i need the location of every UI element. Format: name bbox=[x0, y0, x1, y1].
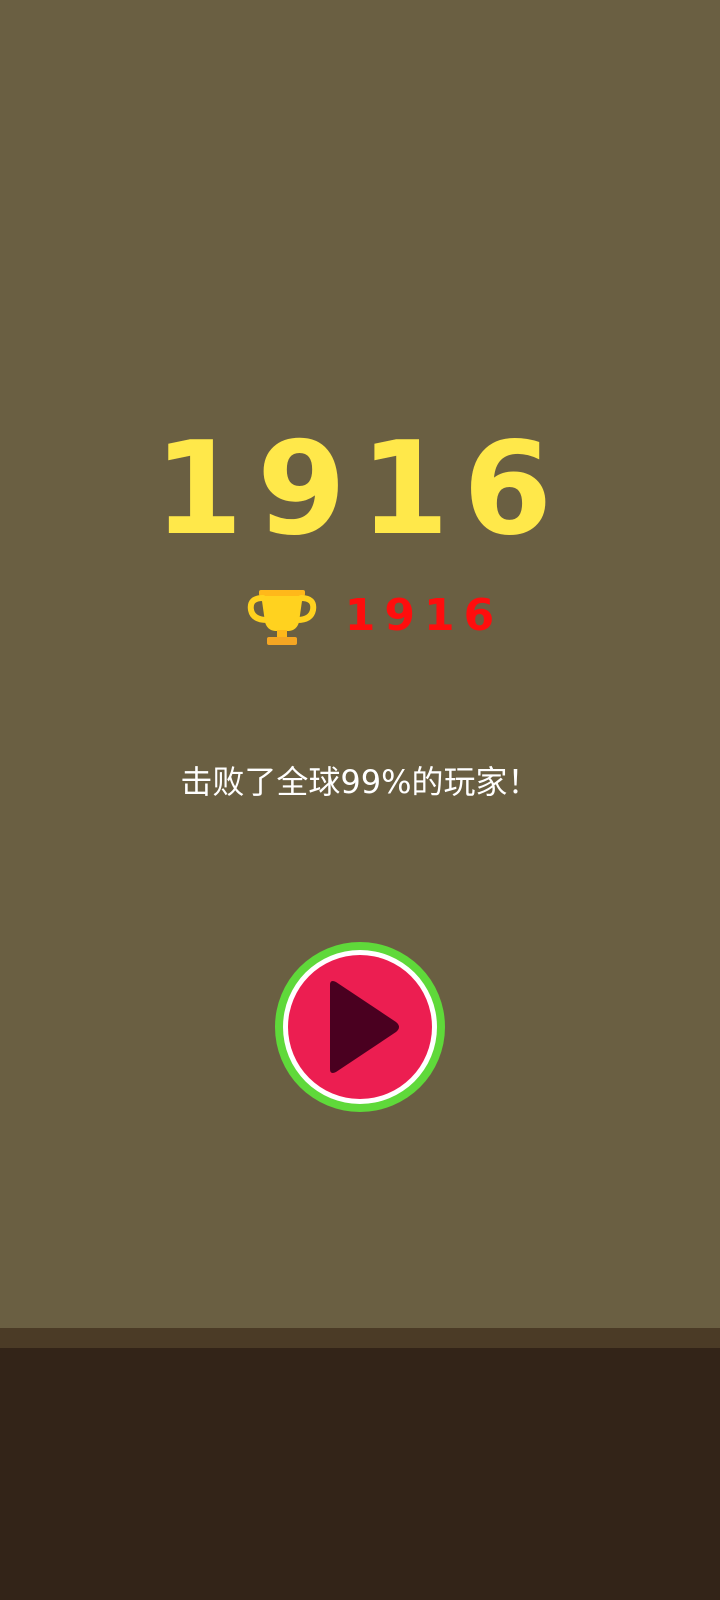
play-button[interactable] bbox=[275, 942, 445, 1112]
rank-message: 击败了全球99%的玩家！ bbox=[180, 763, 540, 801]
best-score: 1916 bbox=[344, 590, 504, 641]
current-score: 1916 bbox=[153, 415, 567, 564]
ground-edge bbox=[0, 1328, 720, 1348]
play-icon bbox=[330, 981, 399, 1073]
best-score-row: 1916 bbox=[0, 584, 720, 648]
trophy-icon bbox=[247, 590, 317, 645]
ground bbox=[0, 1348, 720, 1600]
